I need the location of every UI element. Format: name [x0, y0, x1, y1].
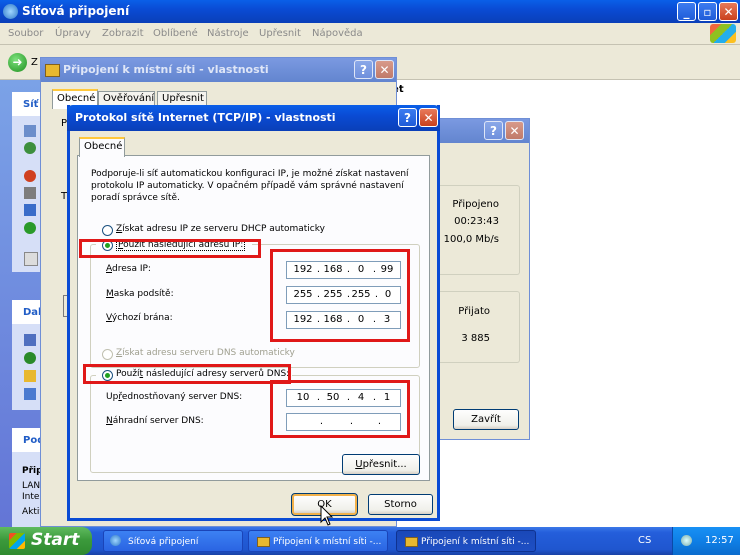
duration-value: 00:23:43: [454, 216, 499, 227]
clock[interactable]: 12:57: [705, 535, 734, 546]
highlight-manual-ip-radio: [79, 239, 261, 258]
task-icon-4[interactable]: [24, 187, 36, 199]
taskbar-lan-2-icon: [405, 537, 418, 547]
tcpip-dialog-titlebar[interactable]: Protokol sítě Internet (TCP/IP) - vlastn…: [67, 105, 440, 131]
advanced-button[interactable]: Upřesnit...: [342, 454, 420, 475]
tcpip-help-button[interactable]: ?: [398, 108, 417, 127]
task-icon-7[interactable]: [24, 252, 38, 266]
tcpip-tab-general[interactable]: Obecné: [79, 137, 125, 157]
subnet-mask-accesskey: M: [106, 289, 114, 299]
radio-auto-ip-label[interactable]: Získat adresu IP ze serveru DHCP automat…: [116, 224, 325, 234]
tcpip-close-button[interactable]: ✕: [419, 108, 438, 127]
highlight-ip-fields: [270, 249, 410, 342]
taskbar-item-network-label: Síťová připojení: [128, 537, 199, 547]
task-icon-2[interactable]: [24, 142, 36, 154]
back-arrow-icon[interactable]: ➜: [8, 53, 27, 72]
task-icon-10[interactable]: [24, 370, 36, 382]
maximize-button[interactable]: ▫: [698, 2, 717, 21]
subnet-mask-text: aska podsítě:: [113, 289, 174, 299]
content-header: rnet: [380, 80, 740, 100]
speed-value: 100,0 Mb/s: [443, 234, 499, 245]
windows-logo-icon: [710, 24, 736, 43]
gateway-label: Výchozí brána:: [106, 313, 173, 323]
taskbar-item-network[interactable]: Síťová připojení: [103, 530, 243, 552]
taskbar-lan-1-icon: [257, 537, 270, 547]
highlight-manual-dns-radio: [83, 364, 291, 384]
lan-tab-auth-label: Ověřování: [103, 93, 155, 104]
preferred-dns-pre: Up: [106, 392, 119, 402]
radio-auto-ip[interactable]: [102, 225, 113, 236]
system-tray: 12:57: [672, 527, 740, 555]
status-close-icon-button[interactable]: ✕: [505, 121, 524, 140]
advanced-label: přesnit...: [362, 459, 407, 470]
lan-connection-icon: [45, 64, 60, 77]
language-indicator[interactable]: CS: [638, 535, 651, 546]
taskbar-network-icon: [110, 535, 121, 546]
menu-item-view[interactable]: Zobrazit: [102, 28, 144, 39]
radio-auto-ip-text: ískat adresu IP ze serveru DHCP automati…: [122, 224, 325, 234]
received-label: Přijato: [458, 306, 490, 317]
lan-tab-advanced-label: Upřesnit: [162, 93, 204, 104]
mouse-cursor-icon: [320, 505, 334, 526]
network-connections-icon: [3, 4, 18, 19]
menu-item-tools[interactable]: Nástroje: [207, 28, 249, 39]
radio-auto-dns-label: Získat adresu serveru DNS automaticky: [116, 348, 295, 358]
main-window-title: Síťová připojení: [22, 4, 130, 18]
status-close-label: Zavřít: [471, 414, 501, 425]
cancel-button[interactable]: Storno: [368, 494, 433, 515]
task-pane-heading-network: Síť: [23, 99, 39, 110]
tcpip-tab-general-label: Obecné: [84, 141, 123, 152]
tcpip-dialog-title: Protokol sítě Internet (TCP/IP) - vlastn…: [75, 111, 336, 124]
taskbar-item-lan-2-label: Připojení k místní síti -...: [421, 537, 530, 547]
start-label: Start: [31, 530, 80, 550]
menu-item-edit[interactable]: Úpravy: [55, 28, 91, 39]
close-button[interactable]: ✕: [719, 2, 738, 21]
tcpip-description: Podporuje-li síť automatickou konfigurac…: [91, 169, 409, 203]
status-close-button[interactable]: Zavřít: [453, 409, 519, 430]
menu-bar: Soubor Úpravy Zobrazit Oblíbené Nástroje…: [0, 23, 740, 45]
radio-auto-dns-text: ískat adresu serveru DNS automaticky: [122, 348, 295, 358]
lan-help-button[interactable]: ?: [354, 60, 373, 79]
received-value: 3 885: [461, 333, 490, 344]
alternate-dns-label: Náhradní server DNS:: [106, 416, 204, 426]
ip-address-label: Adresa IP:: [106, 264, 151, 274]
task-pane-heading-other: Dal: [23, 307, 42, 318]
menu-item-advanced[interactable]: Upřesnit: [259, 28, 301, 39]
lan-dialog-titlebar[interactable]: Připojení k místní síti - vlastnosti: [41, 58, 396, 82]
preferred-dns-label: Upřednostňovaný server DNS:: [106, 392, 242, 402]
alternate-dns-accesskey: N: [106, 416, 113, 426]
radio-auto-dns: [102, 349, 113, 360]
advanced-accesskey: U: [355, 459, 363, 470]
highlight-dns-fields: [270, 380, 410, 438]
task-icon-5[interactable]: [24, 204, 36, 216]
task-icon-1[interactable]: [24, 125, 36, 137]
task-icon-3[interactable]: [24, 170, 36, 182]
menu-item-file[interactable]: Soubor: [8, 28, 43, 39]
tray-network-icon[interactable]: [681, 535, 692, 546]
lan-close-button[interactable]: ✕: [375, 60, 394, 79]
main-window-titlebar[interactable]: Síťová připojení: [0, 0, 740, 23]
status-value: Připojeno: [452, 199, 499, 210]
back-button-label[interactable]: Z: [31, 57, 38, 68]
task-icon-8[interactable]: [24, 334, 36, 346]
lan-tab-general-label: Obecné: [57, 93, 96, 104]
cancel-label: Storno: [384, 499, 417, 510]
status-help-button[interactable]: ?: [484, 121, 503, 140]
taskbar-item-lan-1-label: Připojení k místní síti -...: [273, 537, 382, 547]
minimize-button[interactable]: _: [677, 2, 696, 21]
start-windows-logo-icon: [9, 533, 25, 549]
ip-address-text: dresa IP:: [112, 264, 151, 274]
gateway-text: ýchozí brána:: [111, 313, 173, 323]
task-icon-9[interactable]: [24, 352, 36, 364]
menu-item-help[interactable]: Nápověda: [312, 28, 363, 39]
start-button[interactable]: Start: [0, 527, 92, 555]
menu-item-favorites[interactable]: Oblíbené: [153, 28, 198, 39]
alternate-dns-text: áhradní server DNS:: [112, 416, 204, 426]
lan-dialog-title: Připojení k místní síti - vlastnosti: [63, 63, 269, 76]
task-icon-6[interactable]: [24, 222, 36, 234]
subnet-mask-label: Maska podsítě:: [106, 289, 174, 299]
preferred-dns-text: ednostňovaný server DNS:: [121, 392, 243, 402]
task-icon-11[interactable]: [24, 388, 36, 400]
